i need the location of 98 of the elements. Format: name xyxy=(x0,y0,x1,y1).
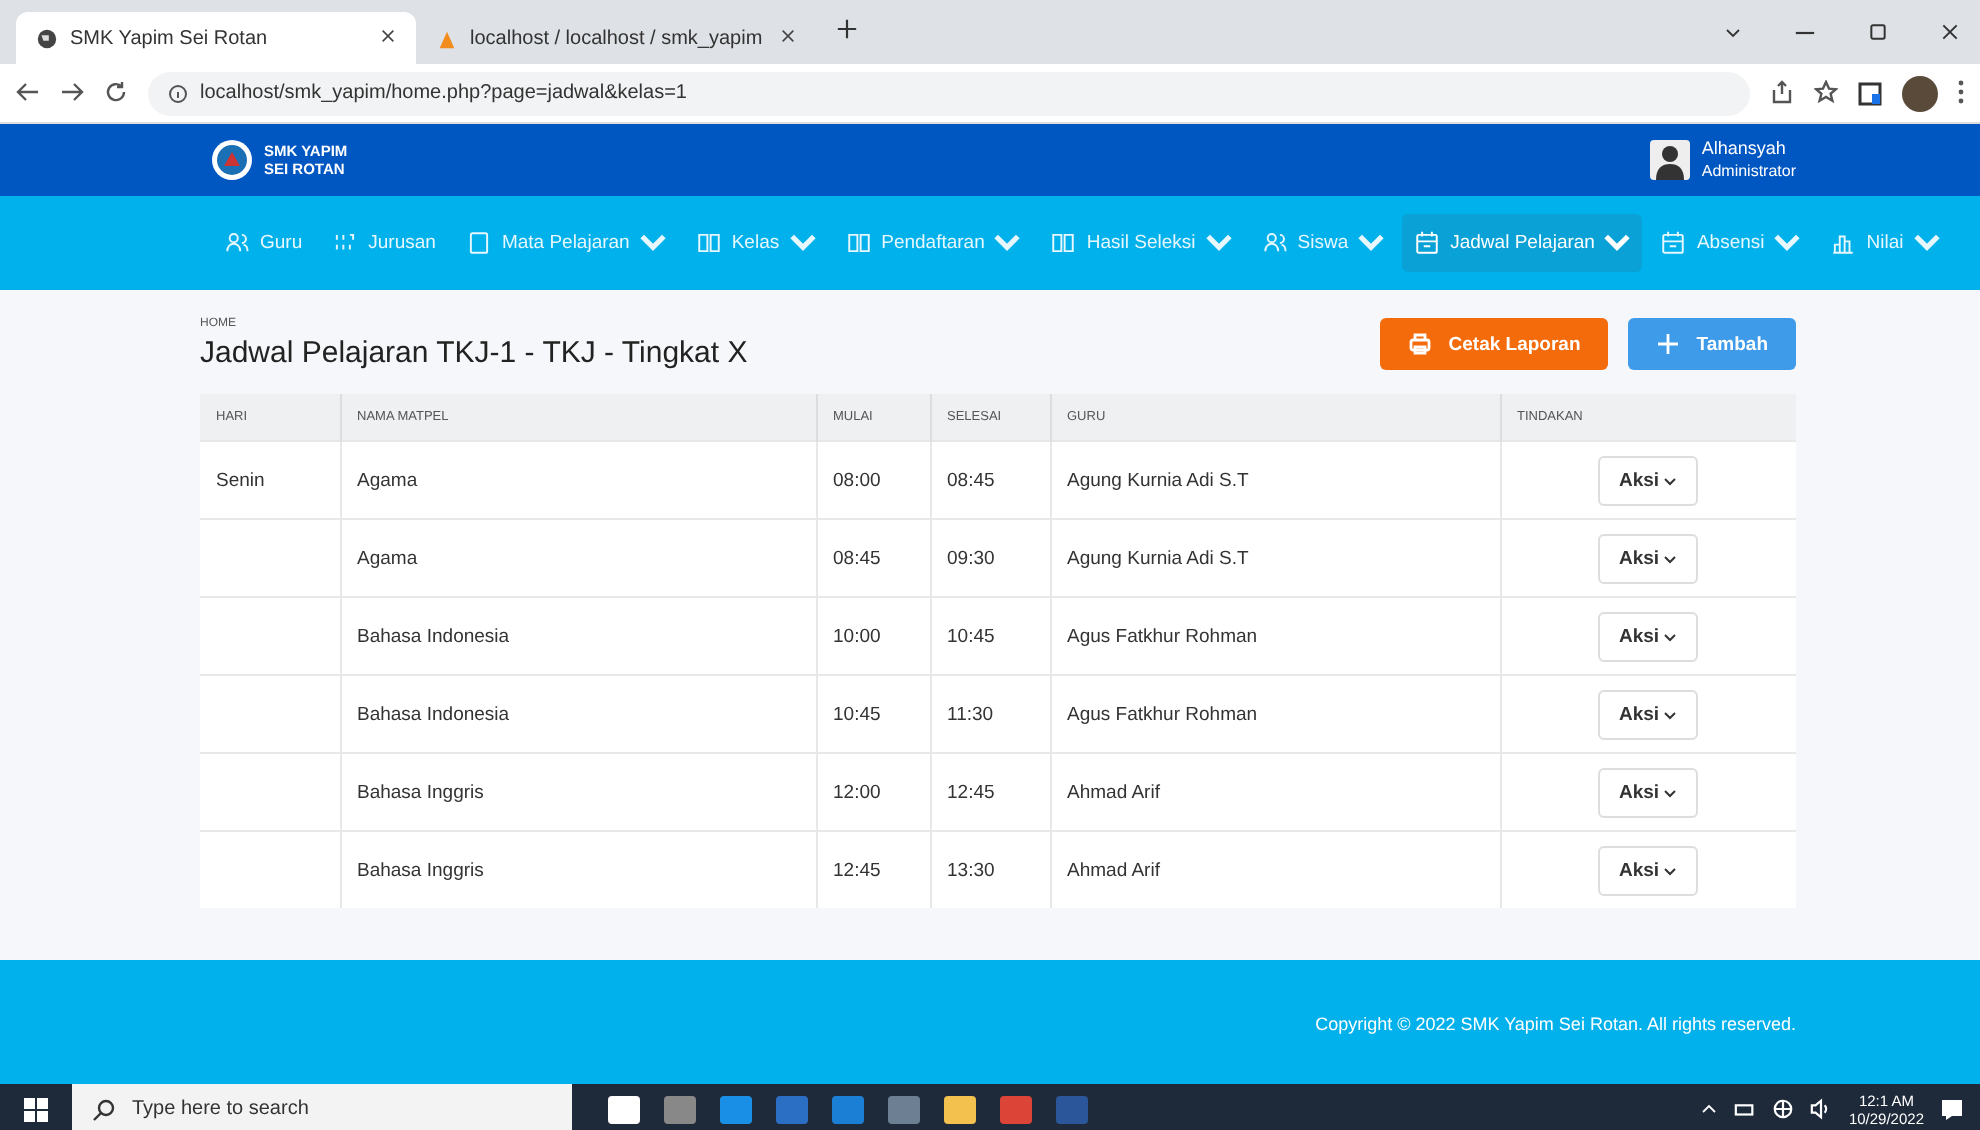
calendar-icon xyxy=(1660,230,1687,256)
taskbar-search-field[interactable]: Type here to search xyxy=(72,1084,572,1130)
nav-item[interactable]: Kelas xyxy=(683,214,828,272)
close-icon[interactable] xyxy=(380,27,396,43)
copyright-text: Copyright © 2022 SMK Yapim Sei Rotan. All rights reserved. xyxy=(1315,1014,1796,1034)
nav-item[interactable]: Jadwal Pelajaran xyxy=(1402,214,1643,272)
menu-icon[interactable] xyxy=(1958,79,1964,103)
back-icon[interactable] xyxy=(16,79,40,103)
table-cell: 09:30 xyxy=(947,547,995,569)
calendar-icon xyxy=(1414,230,1441,256)
caret-icon xyxy=(1664,555,1677,563)
user-avatar-icon xyxy=(1649,140,1690,180)
battery-icon[interactable] xyxy=(1734,1098,1757,1120)
nav-item[interactable]: Siswa xyxy=(1249,214,1397,272)
table-cell: Bahasa Indonesia xyxy=(357,625,510,647)
square-icon xyxy=(465,230,492,256)
caret-icon xyxy=(1664,867,1677,875)
action-dropdown[interactable]: Aksi xyxy=(1597,533,1699,583)
table-cell: 10:00 xyxy=(833,625,881,647)
plus-icon xyxy=(1656,332,1681,356)
user-role: Administrator xyxy=(1701,160,1796,182)
address-bar[interactable]: localhost/smk_yapim/home.php?page=jadwal&kelas=1 xyxy=(148,71,1750,115)
chart-icon xyxy=(1830,230,1857,256)
notification-icon[interactable] xyxy=(1940,1097,1964,1121)
nav-item[interactable]: Guru xyxy=(212,214,315,272)
people-icon xyxy=(224,230,250,256)
table-cell: Bahasa Indonesia xyxy=(357,703,510,725)
table-cell: Ahmad Arif xyxy=(1067,859,1160,881)
globe-icon[interactable] xyxy=(1772,1098,1795,1120)
action-dropdown[interactable]: Aksi xyxy=(1597,611,1699,661)
browser-tab[interactable]: localhost / localhost / smk_yapim xyxy=(416,12,816,64)
table-cell: 12:00 xyxy=(833,781,881,803)
maximize-icon[interactable] xyxy=(1868,22,1888,42)
table-cell: 08:45 xyxy=(947,469,995,491)
sidebar-icon[interactable] xyxy=(1858,81,1882,105)
nav-item[interactable]: Nilai xyxy=(1818,214,1952,272)
nav-item[interactable]: Hasil Seleksi xyxy=(1038,214,1244,272)
nav-item[interactable]: Pendaftaran xyxy=(833,214,1033,272)
nav-item[interactable]: Jurusan xyxy=(320,214,448,272)
taskbar-app-icon[interactable] xyxy=(608,1095,640,1123)
chevron-up-icon[interactable] xyxy=(1700,1100,1719,1118)
profile-avatar[interactable] xyxy=(1902,75,1938,111)
table-cell: 13:30 xyxy=(947,859,995,881)
chevron-icon[interactable] xyxy=(1724,23,1742,41)
book-icon xyxy=(1050,230,1077,256)
action-dropdown[interactable]: Aksi xyxy=(1597,845,1699,895)
nav-item[interactable]: Absensi xyxy=(1648,214,1813,272)
table-cell: Agung Kurnia Adi S.T xyxy=(1067,547,1249,569)
table-cell: 08:45 xyxy=(833,547,881,569)
user-name: Alhansyah xyxy=(1701,138,1788,160)
table-cell: Agung Kurnia Adi S.T xyxy=(1067,469,1249,491)
caret-icon xyxy=(1664,633,1677,641)
table-cell: 10:45 xyxy=(833,703,881,725)
star-icon[interactable] xyxy=(1814,79,1838,103)
action-dropdown[interactable]: Aksi xyxy=(1597,455,1699,505)
caret-icon xyxy=(1664,477,1677,485)
caret-icon xyxy=(1664,711,1677,719)
action-dropdown[interactable]: Aksi xyxy=(1597,689,1699,739)
caret-icon xyxy=(1664,789,1677,797)
search-icon xyxy=(92,1097,116,1121)
table-cell: Agama xyxy=(357,469,418,491)
close-icon[interactable] xyxy=(780,27,796,43)
table-cell: 12:45 xyxy=(833,859,881,881)
table-cell: Agus Fatkhur Rohman xyxy=(1067,703,1258,725)
people-icon xyxy=(1261,230,1288,256)
new-tab-icon[interactable] xyxy=(836,18,858,40)
table-cell: Bahasa Inggris xyxy=(357,781,484,803)
table-cell: Ahmad Arif xyxy=(1067,781,1160,803)
book-icon xyxy=(845,230,872,256)
table-cell: Agama xyxy=(357,547,418,569)
share-icon[interactable] xyxy=(1770,79,1794,103)
page-title: Jadwal Pelajaran TKJ-1 - TKJ - Tingkat X xyxy=(200,336,748,370)
sail-icon xyxy=(436,27,458,49)
action-dropdown[interactable]: Aksi xyxy=(1597,767,1699,817)
reload-icon[interactable] xyxy=(104,79,128,103)
table-cell: 12:45 xyxy=(947,781,995,803)
book-icon xyxy=(695,230,722,256)
browser-tab[interactable]: SMK Yapim Sei Rotan xyxy=(16,12,416,64)
search-placeholder: Type here to search xyxy=(132,1098,309,1120)
table-cell: Agus Fatkhur Rohman xyxy=(1067,625,1258,647)
table-cell: Bahasa Inggris xyxy=(357,859,484,881)
table-cell: Senin xyxy=(216,469,265,491)
nav-item[interactable]: Mata Pelajaran xyxy=(453,214,678,272)
windows-icon[interactable] xyxy=(24,1097,48,1121)
close-icon[interactable] xyxy=(1940,22,1960,42)
speaker-icon[interactable] xyxy=(1810,1098,1833,1120)
taskbar-app-icon[interactable] xyxy=(944,1095,976,1123)
grid-icon xyxy=(332,230,359,256)
table-cell: 08:00 xyxy=(833,469,881,491)
info-icon xyxy=(168,83,188,103)
table-cell: 11:30 xyxy=(947,703,994,725)
globe-icon xyxy=(36,27,58,49)
forward-icon[interactable] xyxy=(60,79,84,103)
print-report-button[interactable]: Cetak Laporan xyxy=(1380,318,1609,370)
printer-icon xyxy=(1408,332,1433,356)
table-cell: 10:45 xyxy=(947,625,995,647)
add-button[interactable]: Tambah xyxy=(1628,318,1796,370)
school-logo xyxy=(210,138,254,182)
